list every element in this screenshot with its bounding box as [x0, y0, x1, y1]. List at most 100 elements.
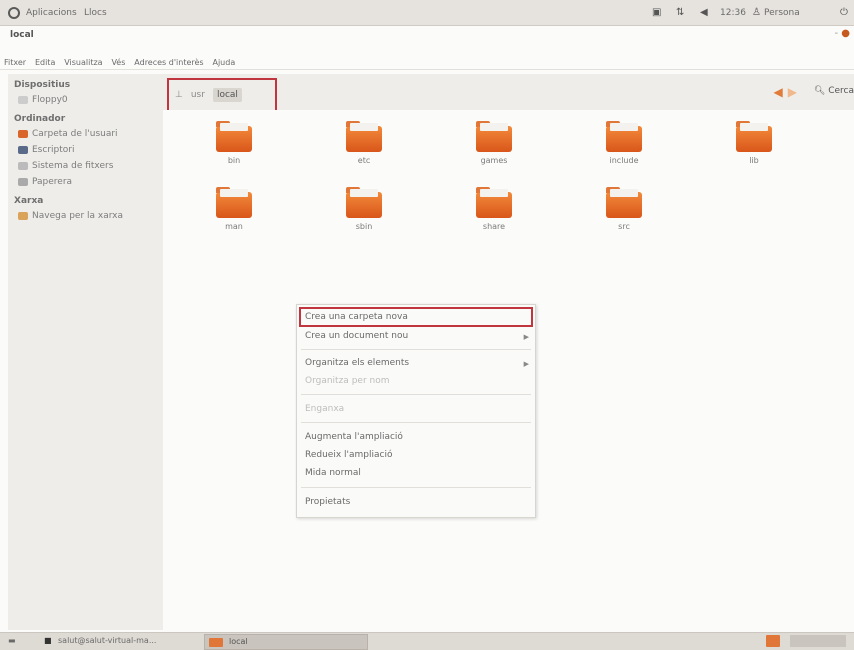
menu-file[interactable]: Fitxer	[4, 58, 26, 67]
drive-icon[interactable]: ⊥	[175, 90, 183, 100]
sidebar-item-label: Navega per la xarxa	[32, 211, 124, 221]
sidebar-item-label: Carpeta de l'usuari	[32, 129, 118, 139]
folder-include[interactable]: include	[589, 114, 659, 174]
sidebar-item-home[interactable]: Carpeta de l'usuari	[8, 126, 163, 142]
sidebar: Dispositius Floppy0 Ordinador Carpeta de…	[8, 74, 163, 630]
folder-label: games	[480, 156, 508, 165]
search-label: Cerca	[828, 86, 854, 96]
applications-menu[interactable]: Aplicacions	[26, 8, 77, 18]
window-title: local	[10, 30, 34, 40]
search-icon: 🔍︎	[813, 86, 826, 96]
sort-icon[interactable]: ⇅	[676, 7, 684, 18]
submenu-arrow-icon: ▶	[523, 360, 529, 368]
breadcrumb: ⊥ usr local	[167, 78, 277, 112]
filesystem-icon	[18, 162, 28, 170]
network-browse-icon	[18, 212, 28, 220]
menu-item-paste: Enganxa	[305, 404, 345, 414]
nav-arrows: ◀▶	[774, 85, 802, 99]
folder-icon	[476, 121, 512, 152]
clock[interactable]: 12:36	[720, 8, 746, 18]
folder-bin[interactable]: bin	[199, 114, 269, 174]
menu-go[interactable]: Vés	[111, 58, 125, 67]
user-icon: ♙	[752, 7, 761, 18]
folder-icon	[209, 638, 223, 647]
workspace-switcher[interactable]	[766, 635, 780, 647]
network-icon[interactable]: ▣	[652, 7, 661, 18]
sidebar-section-network: Xarxa	[14, 196, 44, 206]
sidebar-item-desktop[interactable]: Escriptori	[8, 142, 163, 158]
menu-item-zoom-out[interactable]: Redueix l'ampliació	[305, 450, 392, 460]
terminal-icon: ■	[44, 636, 52, 645]
show-desktop-icon[interactable]: ▬	[8, 636, 16, 645]
taskbar: ▬ ■ salut@salut-virtual-ma... local	[0, 632, 854, 650]
folder-src[interactable]: src	[589, 180, 659, 240]
close-icon[interactable]: ●	[841, 28, 850, 39]
home-folder-icon	[18, 130, 28, 138]
back-arrow-icon[interactable]: ◀	[774, 85, 788, 99]
menu-bookmarks[interactable]: Adreces d'interès	[134, 58, 203, 67]
submenu-arrow-icon: ▶	[523, 333, 529, 341]
taskbar-item-terminal[interactable]: salut@salut-virtual-ma...	[58, 636, 156, 645]
menu-edit[interactable]: Edita	[35, 58, 55, 67]
folder-icon	[476, 187, 512, 218]
ubuntu-logo-icon[interactable]	[8, 7, 20, 19]
menu-separator	[301, 394, 531, 395]
folder-lib[interactable]: lib	[719, 114, 789, 174]
menu-item-new-folder[interactable]: Crea una carpeta nova	[305, 312, 408, 322]
forward-arrow-icon[interactable]: ▶	[788, 85, 802, 99]
sidebar-item-trash[interactable]: Paperera	[8, 174, 163, 190]
folder-man[interactable]: man	[199, 180, 269, 240]
folder-label: man	[225, 222, 243, 231]
folder-icon	[606, 187, 642, 218]
menu-item-new-document[interactable]: Crea un document nou	[305, 331, 408, 341]
sidebar-section-devices: Dispositius	[14, 80, 71, 90]
folder-label: etc	[357, 156, 371, 165]
sidebar-item-network[interactable]: Navega per la xarxa	[8, 208, 163, 224]
folder-icon	[216, 121, 252, 152]
sidebar-section-computer: Ordinador	[14, 114, 66, 124]
places-menu[interactable]: Llocs	[84, 8, 107, 18]
menu-view[interactable]: Visualitza	[64, 58, 102, 67]
trash-icon	[18, 178, 28, 186]
sidebar-item-label: Sistema de fitxers	[32, 161, 114, 171]
menu-item-arrange-items[interactable]: Organitza els elements	[305, 358, 409, 368]
menu-item-arrange-by-name: Organitza per nom	[305, 376, 390, 386]
folder-sbin[interactable]: sbin	[329, 180, 399, 240]
taskbar-item-local[interactable]: local	[204, 634, 368, 650]
power-icon[interactable]: ⏻	[840, 7, 848, 18]
sidebar-item-label: Paperera	[32, 177, 73, 187]
location-bar: ⊥ usr local ◀▶ 🔍︎ Cerca	[163, 74, 854, 112]
crumb-usr[interactable]: usr	[191, 90, 205, 100]
floppy-icon	[18, 96, 28, 104]
crumb-local[interactable]: local	[212, 88, 242, 102]
volume-icon[interactable]: ◀	[700, 7, 708, 18]
folder-icon	[216, 187, 252, 218]
user-menu[interactable]: Persona	[764, 8, 800, 18]
folder-icon	[346, 187, 382, 218]
menu-item-normal-size[interactable]: Mida normal	[305, 468, 361, 478]
desktop-icon	[18, 146, 28, 154]
folder-icon	[736, 121, 772, 152]
context-menu: Crea una carpeta nova Crea un document n…	[296, 304, 536, 518]
trash-applet-icon[interactable]	[790, 635, 846, 647]
sidebar-item-floppy[interactable]: Floppy0	[8, 92, 163, 108]
folder-label: bin	[227, 156, 241, 165]
folder-icon	[606, 121, 642, 152]
search-button[interactable]: 🔍︎ Cerca	[814, 86, 854, 96]
menu-item-zoom-in[interactable]: Augmenta l'ampliació	[305, 432, 403, 442]
menu-item-properties[interactable]: Propietats	[305, 497, 350, 507]
folder-games[interactable]: games	[459, 114, 529, 174]
menu-separator	[301, 349, 531, 350]
menubar: Fitxer Edita Visualitza Vés Adreces d'in…	[0, 52, 854, 70]
sidebar-item-filesystem[interactable]: Sistema de fitxers	[8, 158, 163, 174]
menu-help[interactable]: Ajuda	[212, 58, 235, 67]
sidebar-item-label: Floppy0	[32, 95, 68, 105]
menu-separator	[301, 422, 531, 423]
folder-share[interactable]: share	[459, 180, 529, 240]
sidebar-item-label: Escriptori	[32, 145, 75, 155]
minimize-icon[interactable]: -	[834, 28, 838, 39]
window-controls[interactable]: - ●	[834, 28, 850, 39]
folder-etc[interactable]: etc	[329, 114, 399, 174]
taskbar-item-label: local	[229, 637, 248, 646]
folder-label: include	[609, 156, 639, 165]
